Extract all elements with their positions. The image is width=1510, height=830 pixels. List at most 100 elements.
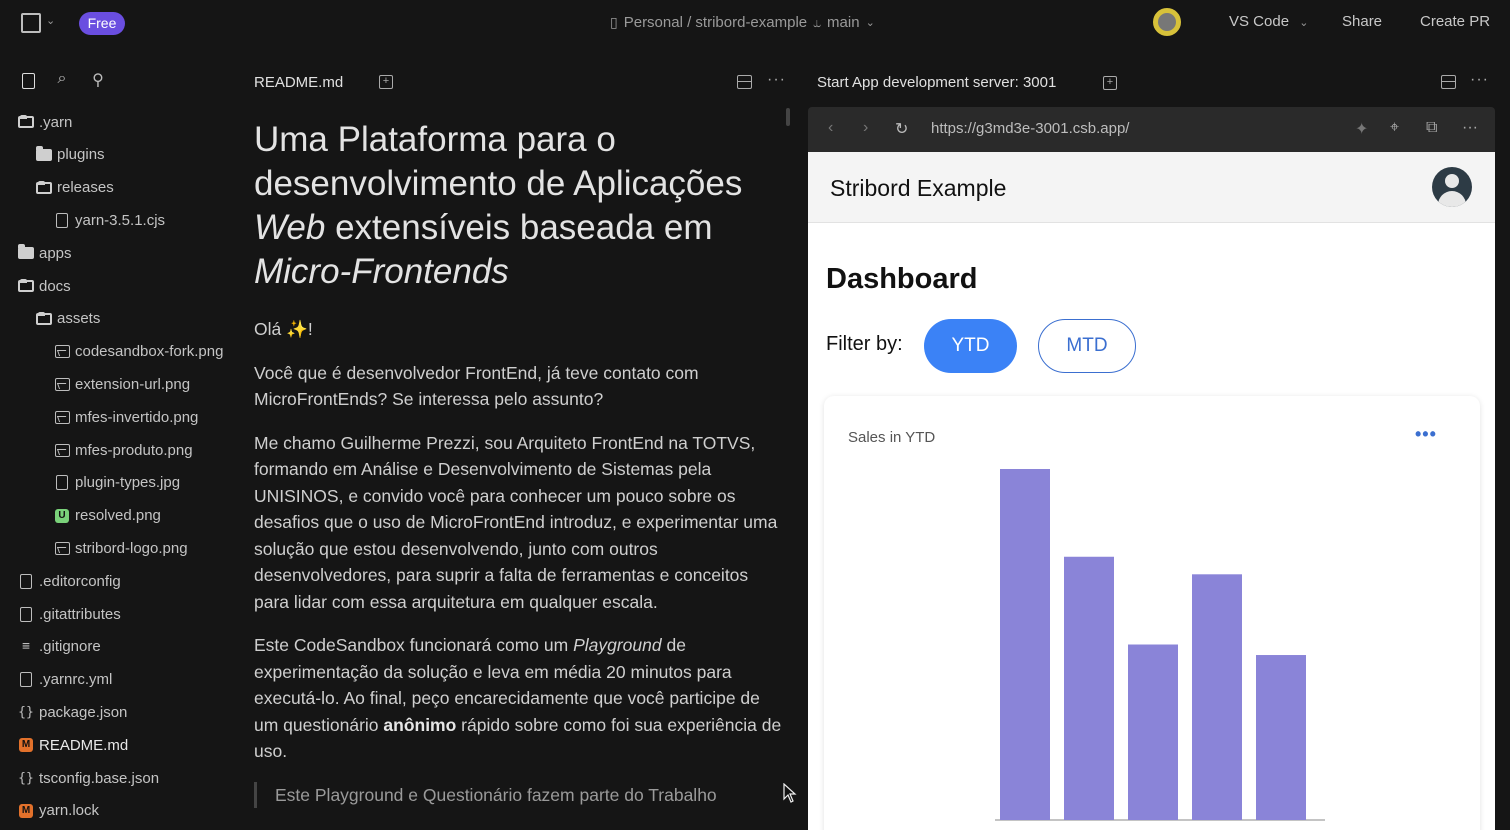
url-input[interactable]: https://g3md3e-3001.csb.app/ [931,120,1129,137]
mouse-cursor-icon [783,783,797,803]
mtd-button[interactable]: MTD [1038,319,1136,373]
chart-bar[interactable] [1000,469,1050,820]
new-tab-icon[interactable]: + [1103,76,1117,90]
tab-dev-server[interactable]: Start App development server: 3001 [817,74,1056,91]
vscode-menu-button[interactable]: VS Code ⌄ [1229,13,1308,30]
tree-item[interactable]: codesandbox-fork.png [54,341,223,363]
tree-item[interactable]: Uresolved.png [54,505,161,527]
tree-item-label: .yarn [39,113,73,131]
image-icon [54,345,70,359]
tree-item[interactable]: yarn-3.5.1.cjs [54,209,165,231]
tree-item-label: tsconfig.base.json [39,769,160,787]
text: Este CodeSandbox funcionará como um [254,635,574,655]
branch-icon: ⥿ [813,13,822,30]
tree-item[interactable]: .yarnrc.yml [18,669,112,691]
tree-item[interactable]: mfes-produto.png [54,439,193,461]
more-icon[interactable]: ··· [1470,71,1489,89]
heading-em: Web [254,208,326,247]
avatar[interactable] [1432,167,1472,207]
tree-item-label: .editorconfig [39,572,121,590]
scrollbar[interactable] [786,108,790,126]
tree-item[interactable]: docs [18,275,71,297]
tree-item[interactable]: {} tsconfig.base.json [18,767,159,789]
chart-bar[interactable] [1064,556,1114,820]
filter-label: Filter by: [826,333,903,355]
heading-text: extensíveis baseada em [325,208,713,247]
back-icon[interactable]: ‹ [828,119,833,137]
git-branch-icon[interactable]: ⚲ [88,70,108,92]
tree-item[interactable]: stribord-logo.png [54,537,188,559]
refresh-icon[interactable]: ↻ [895,119,908,139]
tree-item[interactable]: M README.md [18,734,128,756]
heading-text: Uma Plataforma para o desenvolvimento de… [254,120,743,203]
sparkle-icon[interactable]: ✦ [1355,119,1368,139]
chart-bar[interactable] [1256,655,1306,820]
split-view-icon[interactable] [737,75,752,89]
tree-item[interactable]: extension-url.png [54,373,190,395]
user-avatar[interactable] [1153,8,1181,36]
tree-item[interactable]: .yarn [18,111,72,133]
preview-webpage: Stribord Example Dashboard Filter by: YT… [808,152,1495,830]
image-icon [54,377,70,391]
search-icon[interactable]: ⌕ [52,70,72,92]
u-badge-icon: U [54,508,70,523]
tree-item[interactable]: apps [18,242,72,264]
markdown-icon: M [18,803,34,818]
crosshair-icon[interactable]: ⌖ [1390,119,1399,137]
project-breadcrumb[interactable]: ▯ Personal / stribord-example ⥿ main ⌄ [610,12,875,32]
more-icon[interactable]: ··· [1462,119,1478,137]
chart-bar[interactable] [1128,644,1178,821]
page-title: Dashboard [826,263,978,295]
folder-open-icon [18,279,34,293]
more-icon[interactable]: ··· [767,71,786,89]
readme-heading: Uma Plataforma para o desenvolvimento de… [254,118,782,294]
file-icon [18,606,34,622]
plan-badge[interactable]: Free [79,12,125,35]
file-explorer: ⌕ ⚲ .yarn plugins releases yarn-3.5.1.cjs ap… [0,60,232,830]
braces-icon: {} [18,770,34,786]
tree-item[interactable]: plugin-types.jpg [54,472,180,494]
folder-icon [36,145,52,162]
tree-item-label: resolved.png [75,507,161,525]
file-icon [54,212,70,228]
tree-item[interactable]: plugins [36,144,105,166]
image-icon [54,443,70,457]
ytd-button[interactable]: YTD [924,319,1017,373]
paragraph-greeting: Olá ✨! [254,319,313,339]
share-button[interactable]: Share [1342,13,1382,30]
chevron-down-icon[interactable]: ⌄ [46,14,55,27]
create-pr-button[interactable]: Create PR [1420,13,1490,30]
blockquote: Este Playground e Questionário fazem par… [254,781,782,808]
tree-item[interactable]: mfes-invertido.png [54,406,198,428]
folder-open-icon [18,115,34,129]
repo-icon: ▯ [610,13,618,30]
tree-item[interactable]: releases [36,177,114,199]
tree-item[interactable]: ≡ .gitignore [18,636,101,658]
braces-icon: {} [18,704,34,720]
forward-icon[interactable]: › [863,119,868,137]
tree-item[interactable]: .editorconfig [18,570,121,592]
folder-open-icon [36,180,52,195]
split-view-icon[interactable] [1441,75,1456,89]
folder-open-icon [36,311,52,326]
tab-readme[interactable]: README.md [254,74,343,91]
app-menu-icon[interactable] [21,13,41,33]
new-tab-icon[interactable]: + [379,75,393,89]
files-icon[interactable] [18,70,38,92]
project-name: Personal / stribord-example [623,13,808,31]
tree-item-label: mfes-invertido.png [75,408,199,426]
tree-item[interactable]: .gitattributes [18,603,121,625]
file-icon [18,573,34,589]
tree-item[interactable]: Myarn.lock [18,800,99,822]
file-icon [18,672,34,688]
markdown-icon: M [18,738,34,753]
open-window-icon[interactable]: ⧉ [1426,119,1437,137]
tree-item[interactable]: {} package.json [18,701,127,723]
tree-item[interactable]: assets [36,308,100,330]
readme-content: Uma Plataforma para o desenvolvimento de… [254,118,782,808]
tree-item-label: codesandbox-fork.png [75,343,224,361]
tree-item-label: yarn.lock [39,802,100,820]
chart-bar[interactable] [1192,574,1242,820]
app-header: Stribord Example [808,152,1495,223]
folder-icon [18,244,34,260]
